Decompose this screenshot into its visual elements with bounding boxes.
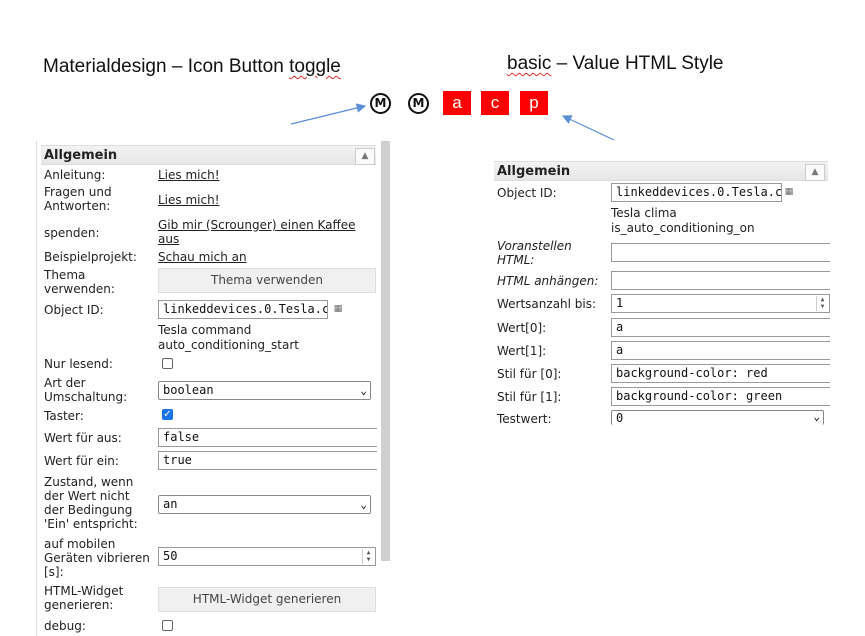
label-html-anhaengen: HTML anhängen:	[497, 274, 599, 288]
arrow-right	[561, 115, 615, 141]
object-id-input[interactable]: linkeddevices.0.Tesla.clima	[611, 183, 782, 202]
select-value: boolean	[163, 383, 214, 397]
stepper-value: 1	[616, 296, 624, 310]
art-umschaltung-select[interactable]: boolean ⌄	[158, 381, 371, 400]
material-toggle-icon-2[interactable]: M	[408, 93, 429, 114]
label-wert-aus: Wert für aus:	[44, 431, 122, 445]
wert-0-input[interactable]: a	[611, 318, 830, 337]
object-id-info-id: is_auto_conditioning_on	[611, 221, 755, 235]
spinner-arrows-icon[interactable]: ▲ ▼	[362, 549, 374, 564]
thema-verwenden-button[interactable]: Thema verwenden	[158, 268, 376, 293]
collapse-up-icon[interactable]: ▲	[805, 164, 825, 181]
stil-1-input[interactable]: background-color: green	[611, 387, 830, 406]
label-object-id: Object ID:	[497, 186, 557, 200]
wert-1-input[interactable]: a	[611, 341, 830, 360]
link-beispielprojekt[interactable]: Schau mich an	[158, 250, 247, 264]
m-icon: M	[374, 96, 387, 110]
panel-header-title: Allgemein	[497, 164, 571, 179]
materialdesign-settings-panel: Allgemein ▲ Anleitung: Lies mich! Fragen…	[36, 141, 390, 636]
panel-header-title: Allgemein	[44, 148, 118, 163]
label-nur-lesend: Nur lesend:	[44, 357, 113, 371]
panel-header[interactable]: Allgemein ▲	[41, 145, 376, 165]
label-wertsanzahl: Wertsanzahl bis:	[497, 297, 597, 311]
label-zustand: Zustand, wenn der Wert nicht der Bedingu…	[44, 475, 138, 531]
m-icon: M	[412, 96, 425, 110]
select-value: an	[163, 497, 178, 511]
material-toggle-icon-1[interactable]: M	[370, 93, 391, 114]
label-debug: debug:	[44, 619, 86, 633]
label-wert-0: Wert[0]:	[497, 321, 547, 335]
label-thema: Thema verwenden:	[44, 268, 115, 296]
vibrieren-stepper[interactable]: 50 ▲ ▼	[158, 547, 376, 566]
panel-scrollbar[interactable]	[381, 141, 390, 561]
link-spenden[interactable]: Gib mir (Scrounger) einen Kaffee aus	[158, 218, 373, 246]
caption-materialdesign: Materialdesign – Icon Button toggle	[43, 56, 341, 78]
wertsanzahl-stepper[interactable]: 1 ▲ ▼	[611, 294, 830, 313]
chevron-down-icon: ⌄	[813, 410, 820, 423]
value-box-a: a	[443, 91, 471, 115]
stepper-value: 50	[163, 549, 178, 563]
object-id-info-name: Tesla clima	[611, 206, 677, 220]
html-anhaengen-input[interactable]	[611, 271, 830, 290]
caption-left-text: Materialdesign – Icon Button	[43, 56, 290, 77]
object-select-icon[interactable]: ▦	[331, 302, 345, 317]
caption-left-wavy: toggle	[289, 56, 341, 77]
label-art-umschaltung: Art der Umschaltung:	[44, 376, 128, 404]
label-html-widget: HTML-Widget generieren:	[44, 584, 124, 612]
label-wert-ein: Wert für ein:	[44, 454, 119, 468]
chevron-down-icon: ⌄	[360, 384, 367, 397]
link-fragen[interactable]: Lies mich!	[158, 193, 220, 207]
debug-checkbox[interactable]	[162, 620, 173, 631]
object-id-input[interactable]: linkeddevices.0.Tesla.command	[158, 300, 328, 319]
wert-ein-input[interactable]: true	[158, 451, 377, 470]
label-anleitung: Anleitung:	[44, 168, 106, 182]
label-object-id: Object ID:	[44, 303, 104, 317]
stil-0-input[interactable]: background-color: red	[611, 364, 830, 383]
label-beispielprojekt: Beispielprojekt:	[44, 250, 137, 264]
taster-checkbox[interactable]: ✓	[162, 409, 173, 420]
testwert-select[interactable]: 0 ⌄	[611, 410, 824, 425]
value-box-p: p	[520, 91, 548, 115]
label-stil-1: Stil für [1]:	[497, 390, 562, 404]
link-anleitung[interactable]: Lies mich!	[158, 168, 220, 182]
label-testwert: Testwert:	[497, 412, 552, 426]
label-fragen: Fragen und Antworten:	[44, 185, 112, 213]
voranstellen-html-input[interactable]	[611, 243, 830, 262]
label-voranstellen-html: Voranstellen HTML:	[497, 239, 572, 267]
select-value: 0	[616, 411, 624, 425]
object-id-info-id: auto_conditioning_start	[158, 338, 299, 352]
value-box-c: c	[481, 91, 509, 115]
nur-lesend-checkbox[interactable]	[162, 358, 173, 369]
caption-right-wavy: basic	[507, 53, 552, 74]
label-wert-1: Wert[1]:	[497, 344, 547, 358]
zustand-select[interactable]: an ⌄	[158, 495, 371, 514]
label-stil-0: Stil für [0]:	[497, 367, 562, 381]
html-widget-generieren-button[interactable]: HTML-Widget generieren	[158, 587, 376, 612]
wert-aus-input[interactable]: false	[158, 428, 377, 447]
object-select-icon[interactable]: ▦	[782, 185, 796, 200]
label-taster: Taster:	[44, 409, 84, 423]
arrow-left	[290, 103, 367, 125]
spinner-arrows-icon[interactable]: ▲ ▼	[816, 296, 828, 311]
caption-basic: basic – Value HTML Style	[507, 53, 723, 75]
chevron-down-icon: ⌄	[360, 498, 367, 511]
caption-right-text: – Value HTML Style	[551, 53, 724, 74]
label-vibrieren: auf mobilen Geräten vibrieren [s]:	[44, 537, 150, 579]
label-spenden: spenden:	[44, 226, 100, 240]
object-id-info-name: Tesla command	[158, 323, 252, 337]
panel-header[interactable]: Allgemein ▲	[494, 161, 828, 181]
collapse-up-icon[interactable]: ▲	[355, 148, 375, 165]
basic-value-html-style-panel: Allgemein ▲ Object ID: linkeddevices.0.T…	[490, 157, 830, 427]
